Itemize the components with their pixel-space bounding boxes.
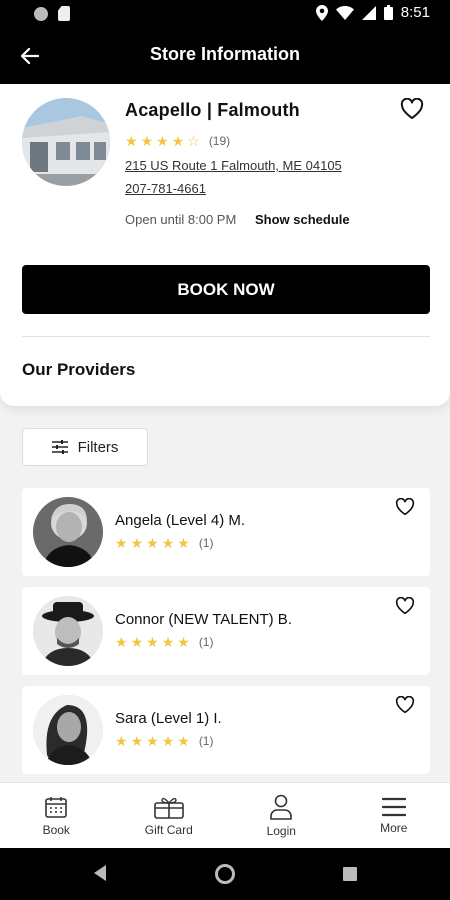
star-filled-icon: ★	[140, 133, 154, 149]
location-icon	[315, 4, 328, 21]
rating-count: (19)	[208, 134, 231, 148]
gift-card-icon	[153, 797, 184, 819]
page-title: Store Information	[149, 44, 300, 64]
status-time: 8:51	[400, 4, 430, 21]
system-recents-icon[interactable]	[343, 867, 357, 881]
star-filled-icon: ★	[125, 133, 138, 149]
provider-card[interactable]: Sara (Level 1) I. ★ ★ ★ ★ ★ (1)	[22, 686, 430, 774]
nav-login[interactable]: Login	[225, 783, 338, 848]
star-filled-icon: ★	[130, 535, 144, 551]
nav-more[interactable]: More	[338, 783, 450, 848]
status-bar: 8:51	[0, 0, 450, 28]
star-filled-icon: ★	[177, 535, 190, 551]
providers-heading: Our Providers	[22, 360, 136, 379]
favorite-provider-button[interactable]	[395, 596, 417, 619]
notification-dot-icon	[34, 6, 48, 21]
provider-rating: ★ ★ ★ ★ ★ (1)	[115, 635, 213, 649]
avatar	[33, 497, 103, 567]
divider	[22, 336, 430, 337]
filters-button[interactable]: Filters	[22, 428, 148, 466]
star-filled-icon: ★	[146, 634, 159, 650]
signal-icon	[361, 5, 376, 20]
wifi-icon	[335, 5, 354, 20]
app-bar: Store Information	[0, 28, 450, 84]
filters-label: Filters	[77, 438, 119, 456]
rating-count: (1)	[198, 734, 214, 748]
system-home-icon[interactable]	[215, 864, 235, 884]
heart-icon	[395, 596, 415, 615]
sd-card-icon	[58, 6, 70, 21]
star-filled-icon: ★	[161, 634, 175, 650]
system-back-icon[interactable]	[94, 865, 106, 881]
heart-icon	[400, 97, 424, 119]
user-icon	[270, 794, 293, 820]
provider-card[interactable]: Connor (NEW TALENT) B. ★ ★ ★ ★ ★ (1)	[22, 587, 430, 675]
calendar-icon	[45, 796, 68, 818]
star-filled-icon: ★	[146, 535, 159, 551]
star-filled-icon: ★	[177, 634, 190, 650]
book-now-button[interactable]: BOOK NOW	[22, 265, 430, 314]
provider-rating: ★ ★ ★ ★ ★ (1)	[115, 536, 213, 550]
avatar	[33, 596, 103, 666]
star-filled-icon: ★	[171, 133, 185, 149]
provider-card[interactable]: Angela (Level 4) M. ★ ★ ★ ★ ★ (1)	[22, 488, 430, 576]
star-filled-icon: ★	[115, 535, 128, 551]
star-filled-icon: ★	[156, 133, 169, 149]
show-schedule-link[interactable]: Show schedule	[255, 212, 350, 227]
star-filled-icon: ★	[130, 634, 144, 650]
star-filled-icon: ★	[115, 733, 128, 749]
favorite-provider-button[interactable]	[395, 497, 417, 520]
store-photo	[22, 98, 110, 186]
menu-icon	[381, 797, 406, 816]
star-filled-icon: ★	[115, 634, 128, 650]
nav-book[interactable]: Book	[0, 783, 113, 848]
provider-name: Connor (NEW TALENT) B.	[115, 611, 292, 628]
nav-gift-card[interactable]: Gift Card	[113, 783, 226, 848]
store-info-card: Acapello | Falmouth ★ ★ ★ ★ ☆ (19) 215 U…	[0, 84, 450, 406]
favorite-store-button[interactable]	[400, 97, 426, 124]
star-filled-icon: ★	[177, 733, 190, 749]
favorite-provider-button[interactable]	[395, 695, 417, 718]
rating-count: (1)	[198, 635, 214, 649]
store-phone-link[interactable]: 207-781-4661	[125, 181, 206, 196]
heart-icon	[395, 695, 415, 714]
star-empty-icon: ☆	[187, 133, 200, 149]
star-filled-icon: ★	[130, 733, 144, 749]
bottom-nav: Book Gift Card Login More	[0, 782, 450, 848]
star-filled-icon: ★	[161, 535, 175, 551]
nav-login-label: Login	[266, 823, 296, 838]
filter-sliders-icon	[51, 440, 68, 454]
nav-book-label: Book	[42, 822, 70, 837]
avatar	[33, 695, 103, 765]
nav-gift-card-label: Gift Card	[144, 822, 193, 837]
store-rating: ★ ★ ★ ★ ☆ (19)	[125, 134, 230, 148]
star-filled-icon: ★	[161, 733, 175, 749]
rating-count: (1)	[198, 536, 214, 550]
battery-icon	[383, 5, 393, 20]
provider-rating: ★ ★ ★ ★ ★ (1)	[115, 734, 213, 748]
store-address-link[interactable]: 215 US Route 1 Falmouth, ME 04105	[125, 158, 342, 173]
store-hours: Open until 8:00 PM	[125, 212, 237, 227]
heart-icon	[395, 497, 415, 516]
star-filled-icon: ★	[146, 733, 159, 749]
provider-name: Angela (Level 4) M.	[115, 512, 246, 529]
store-name: Acapello | Falmouth	[125, 100, 300, 120]
system-nav-bar	[0, 848, 450, 900]
provider-name: Sara (Level 1) I.	[115, 710, 222, 727]
nav-more-label: More	[380, 820, 408, 835]
